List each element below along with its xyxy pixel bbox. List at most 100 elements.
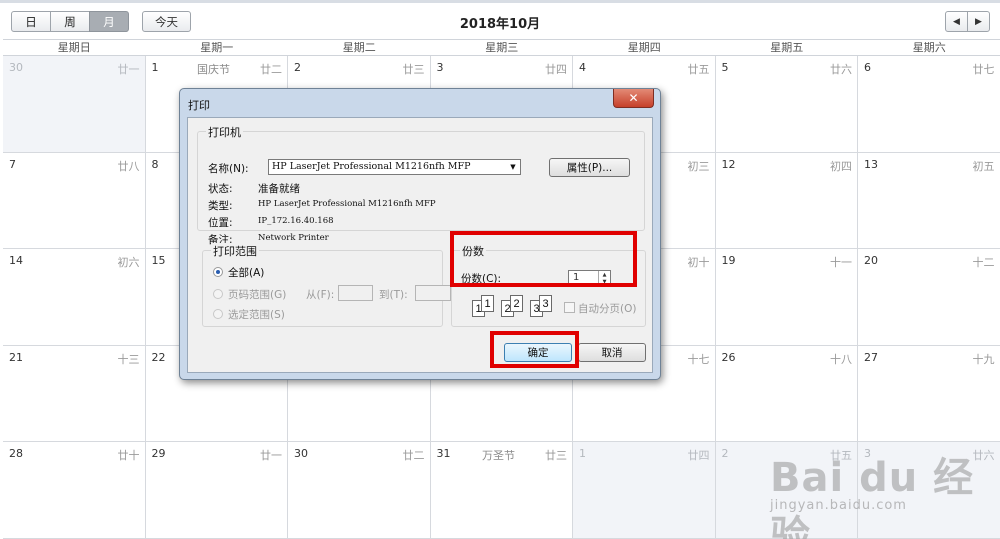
calendar-day-cell[interactable]: 12 初四 [715,152,858,250]
location-value: IP_172.16.40.168 [258,216,334,226]
weekday-label: 星期六 [912,41,946,54]
printer-name-label: 名称(N): [208,163,249,175]
collate-label: 自动分页(O) [578,303,637,315]
holiday-label: 万圣节 [482,449,515,463]
calendar-day-cell[interactable]: 13 初五 [858,152,1000,250]
lunar-date: 初六 [117,256,140,270]
day-number: 2 [721,447,729,461]
range-from-input[interactable] [338,285,373,301]
baidu-jingyan-watermark: Bai du 经验 jingyan.baidu.com [760,432,990,539]
day-number: 1 [579,447,586,461]
status-label: 状态: [208,183,233,195]
lunar-date: 十八 [830,352,852,366]
lunar-date: 十七 [687,352,710,366]
calendar-day-cell[interactable]: 7 廿八 [3,152,146,250]
printer-select-value: HP LaserJet Professional M1216nfh MFP [272,161,471,172]
day-number: 3 [436,61,444,74]
calendar-day-cell[interactable]: 31 万圣节 廿三 [430,442,573,539]
day-number: 12 [721,157,736,171]
dialog-close-button[interactable]: ✕ [613,89,654,108]
properties-button[interactable]: 属性(P)... [549,158,630,177]
day-number: 30 [294,447,308,461]
day-number: 22 [151,350,166,364]
range-to-label: 到(T): [379,289,408,301]
range-from-label: 从(F): [306,289,335,301]
day-number: 7 [9,157,16,171]
range-pages-label: 页码范围(G) [228,289,287,301]
day-number: 20 [864,254,878,268]
collate-checkbox[interactable] [564,302,575,313]
day-number: 8 [151,157,159,171]
comment-value: Network Printer [258,233,329,243]
calendar-title: 2018年10月 [459,17,541,32]
day-number: 1 [151,61,159,74]
range-all-radio[interactable] [213,267,223,277]
weekday-label: 星期一 [200,41,234,54]
chevron-left-icon: ◀ [953,16,960,27]
calendar-day-cell[interactable]: 6 廿七 [858,56,1000,153]
lunar-date: 廿六 [830,63,852,76]
lunar-date: 廿二 [402,449,425,463]
top-border [0,0,1000,3]
calendar-toolbar: 日 周 月 今天 2018年10月 ◀ ▶ [0,0,1000,40]
day-number: 21 [9,350,23,364]
calendar-day-cell[interactable]: 30 廿二 [288,442,431,539]
status-value: 准备就绪 [258,183,300,195]
cancel-button[interactable]: 取消 [578,343,646,362]
day-number: 15 [151,254,166,268]
holiday-label: 国庆节 [197,63,230,76]
lunar-date: 廿二 [260,63,282,76]
collate-page-icon: 2 [510,295,523,312]
next-month-button[interactable]: ▶ [967,11,990,32]
lunar-date: 十一 [830,256,852,270]
calendar-day-cell[interactable]: 26 十八 [715,345,858,443]
weekday-label: 星期三 [485,41,519,54]
calendar-day-cell[interactable]: 29 廿一 [145,442,288,539]
calendar-day-cell[interactable]: 27 十九 [858,345,1000,443]
lunar-date: 廿十 [117,449,140,463]
day-number: 31 [436,447,451,461]
calendar-day-cell[interactable]: 20 十二 [858,249,1000,346]
day-number: 2 [294,61,301,74]
day-number: 19 [721,254,736,268]
type-label: 类型: [208,200,233,212]
lunar-date: 初四 [830,159,852,173]
calendar-day-cell[interactable]: 19 十一 [715,249,858,346]
watermark-url: jingyan.baidu.com [770,498,907,513]
range-pages-radio[interactable] [213,289,223,299]
calendar-day-cell[interactable]: 1 廿四 [573,442,716,539]
collate-page-icon: 3 [539,295,552,312]
print-range-label: 打印范围 [211,243,259,259]
prev-month-button[interactable]: ◀ [945,11,968,32]
printer-group-label: 打印机 [206,124,243,140]
type-value: HP LaserJet Professional M1216nfh MFP [258,199,436,209]
calendar-day-cell[interactable]: 21 十三 [3,345,146,443]
calendar-day-cell[interactable]: 5 廿六 [715,56,858,153]
day-number: 4 [579,61,586,74]
range-selection-radio[interactable] [213,309,223,319]
lunar-date: 廿四 [687,449,710,463]
lunar-date: 廿七 [972,63,995,76]
weekday-label: 星期五 [770,41,804,54]
collate-page-icon: 1 [481,295,494,312]
lunar-date: 廿一 [260,449,282,463]
printer-select[interactable]: HP LaserJet Professional M1216nfh MFP ▼ [268,159,521,175]
lunar-date: 初十 [687,256,710,270]
range-to-input[interactable] [415,285,451,301]
calendar-day-cell[interactable]: 30 廿一 [3,56,146,153]
calendar-day-cell[interactable]: 14 初六 [3,249,146,346]
close-icon: ✕ [628,91,639,105]
ok-highlight-box [490,331,579,368]
day-number: 27 [864,350,878,364]
chevron-down-icon: ▼ [510,163,516,171]
day-number: 30 [9,61,23,74]
calendar-day-cell[interactable]: 28 廿十 [3,442,146,539]
day-number: 26 [721,350,736,364]
lunar-date: 廿一 [117,63,140,76]
lunar-date: 廿八 [117,159,140,173]
day-number: 5 [721,61,729,74]
lunar-date: 初三 [687,159,710,173]
day-number: 6 [864,61,871,74]
lunar-date: 十九 [972,352,995,366]
lunar-date: 廿五 [687,63,710,76]
